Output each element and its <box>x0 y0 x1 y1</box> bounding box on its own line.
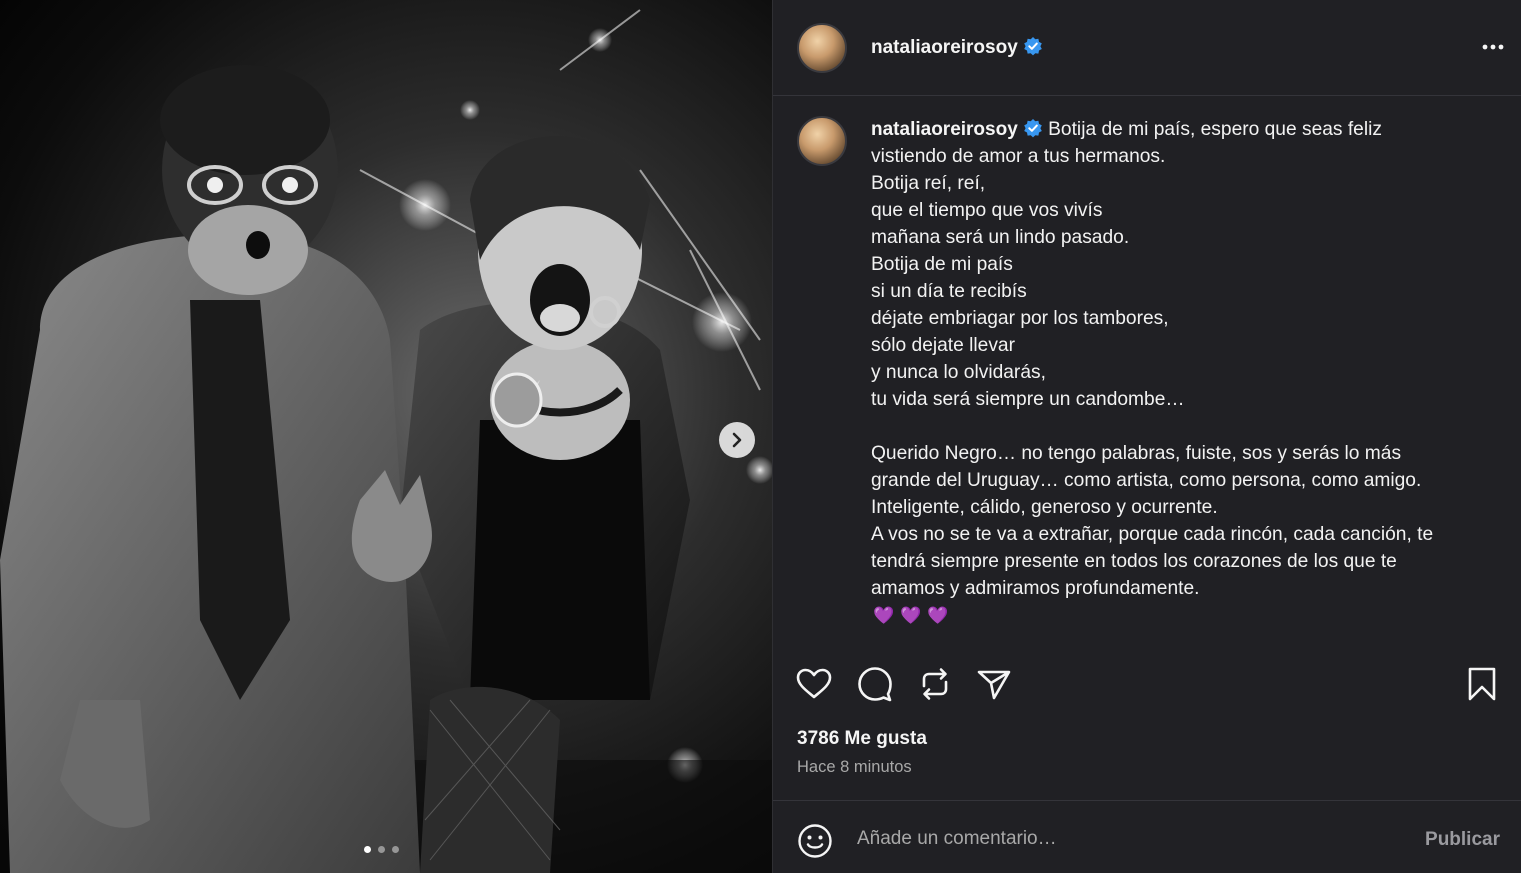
caption-line: mañana será un lindo pasado. <box>871 227 1130 248</box>
author-avatar[interactable] <box>797 22 847 73</box>
comment-composer: Publicar <box>773 800 1521 873</box>
caption-author-avatar[interactable] <box>797 116 847 166</box>
caption-line: nataliaoreirosoy Botija de mi país, espe… <box>871 119 1382 140</box>
smiley-icon <box>798 824 832 858</box>
post-header: nataliaoreirosoy <box>773 0 1521 96</box>
caption-emoji: 💜💜💜 <box>873 606 955 625</box>
caption-line: Inteligente, cálido, generoso y ocurrent… <box>871 497 1218 518</box>
bookmark-icon <box>1468 667 1496 701</box>
author-username[interactable]: nataliaoreirosoy <box>871 36 1043 59</box>
caption-line <box>871 413 1481 440</box>
post-details-panel: nataliaoreirosoy nataliaoreirosoy Botija… <box>772 0 1521 873</box>
post-media[interactable] <box>0 0 772 873</box>
caption-line: vistiendo de amor a tus hermanos. <box>871 146 1166 167</box>
caption-line: A vos no se te va a extrañar, porque cad… <box>871 524 1434 545</box>
carousel-next-button[interactable] <box>719 422 755 458</box>
comment-input[interactable] <box>857 823 1377 855</box>
caption-line: Botija de mi país <box>871 254 1013 275</box>
heart-icon <box>796 668 832 699</box>
caption-line: que el tiempo que vos vivís <box>871 200 1103 221</box>
caption-line: tu vida será siempre un candombe… <box>871 389 1185 410</box>
more-horizontal-icon <box>1482 44 1504 50</box>
carousel-dot <box>378 846 385 853</box>
caption-line: si un día te recibís <box>871 281 1027 302</box>
repost-icon <box>922 668 948 700</box>
caption-line: amamos y admiramos profundamente. <box>871 578 1200 599</box>
verified-badge-icon <box>1023 119 1042 138</box>
post-caption: nataliaoreirosoy Botija de mi país, espe… <box>797 116 1497 629</box>
save-button[interactable] <box>1462 664 1502 704</box>
carousel-indicator <box>364 846 399 853</box>
caption-text: nataliaoreirosoy Botija de mi país, espe… <box>871 116 1481 629</box>
share-button[interactable] <box>974 664 1014 704</box>
more-options-button[interactable] <box>1480 34 1506 65</box>
carousel-dot <box>392 846 399 853</box>
chevron-right-icon <box>732 432 742 448</box>
caption-line: tendrá siempre presente en todos los cor… <box>871 551 1397 572</box>
like-button[interactable] <box>794 664 834 704</box>
comment-button[interactable] <box>855 664 895 704</box>
caption-line: sólo dejate llevar <box>871 335 1015 356</box>
post-actions <box>794 664 1507 704</box>
post-photo <box>0 9 772 873</box>
send-icon <box>977 670 1011 700</box>
likes-count[interactable]: 3786 Me gusta <box>797 728 927 750</box>
caption-line: Querido Negro… no tengo palabras, fuiste… <box>871 443 1402 464</box>
comment-bubble-icon <box>858 667 892 702</box>
carousel-dot <box>364 846 371 853</box>
emoji-picker-button[interactable] <box>797 823 833 864</box>
post-timestamp[interactable]: Hace 8 minutos <box>797 758 912 777</box>
verified-badge-icon <box>1023 37 1042 56</box>
caption-username[interactable]: nataliaoreirosoy <box>871 119 1043 140</box>
instagram-post-viewer: nataliaoreirosoy nataliaoreirosoy Botija… <box>0 0 1521 873</box>
publish-button[interactable]: Publicar <box>1425 829 1500 851</box>
caption-line: déjate embriagar por los tambores, <box>871 308 1169 329</box>
repost-button[interactable] <box>915 664 955 704</box>
caption-line: grande del Uruguay… como artista, como p… <box>871 470 1422 491</box>
caption-line: Botija reí, reí, <box>871 173 986 194</box>
caption-line: y nunca lo olvidarás, <box>871 362 1046 383</box>
